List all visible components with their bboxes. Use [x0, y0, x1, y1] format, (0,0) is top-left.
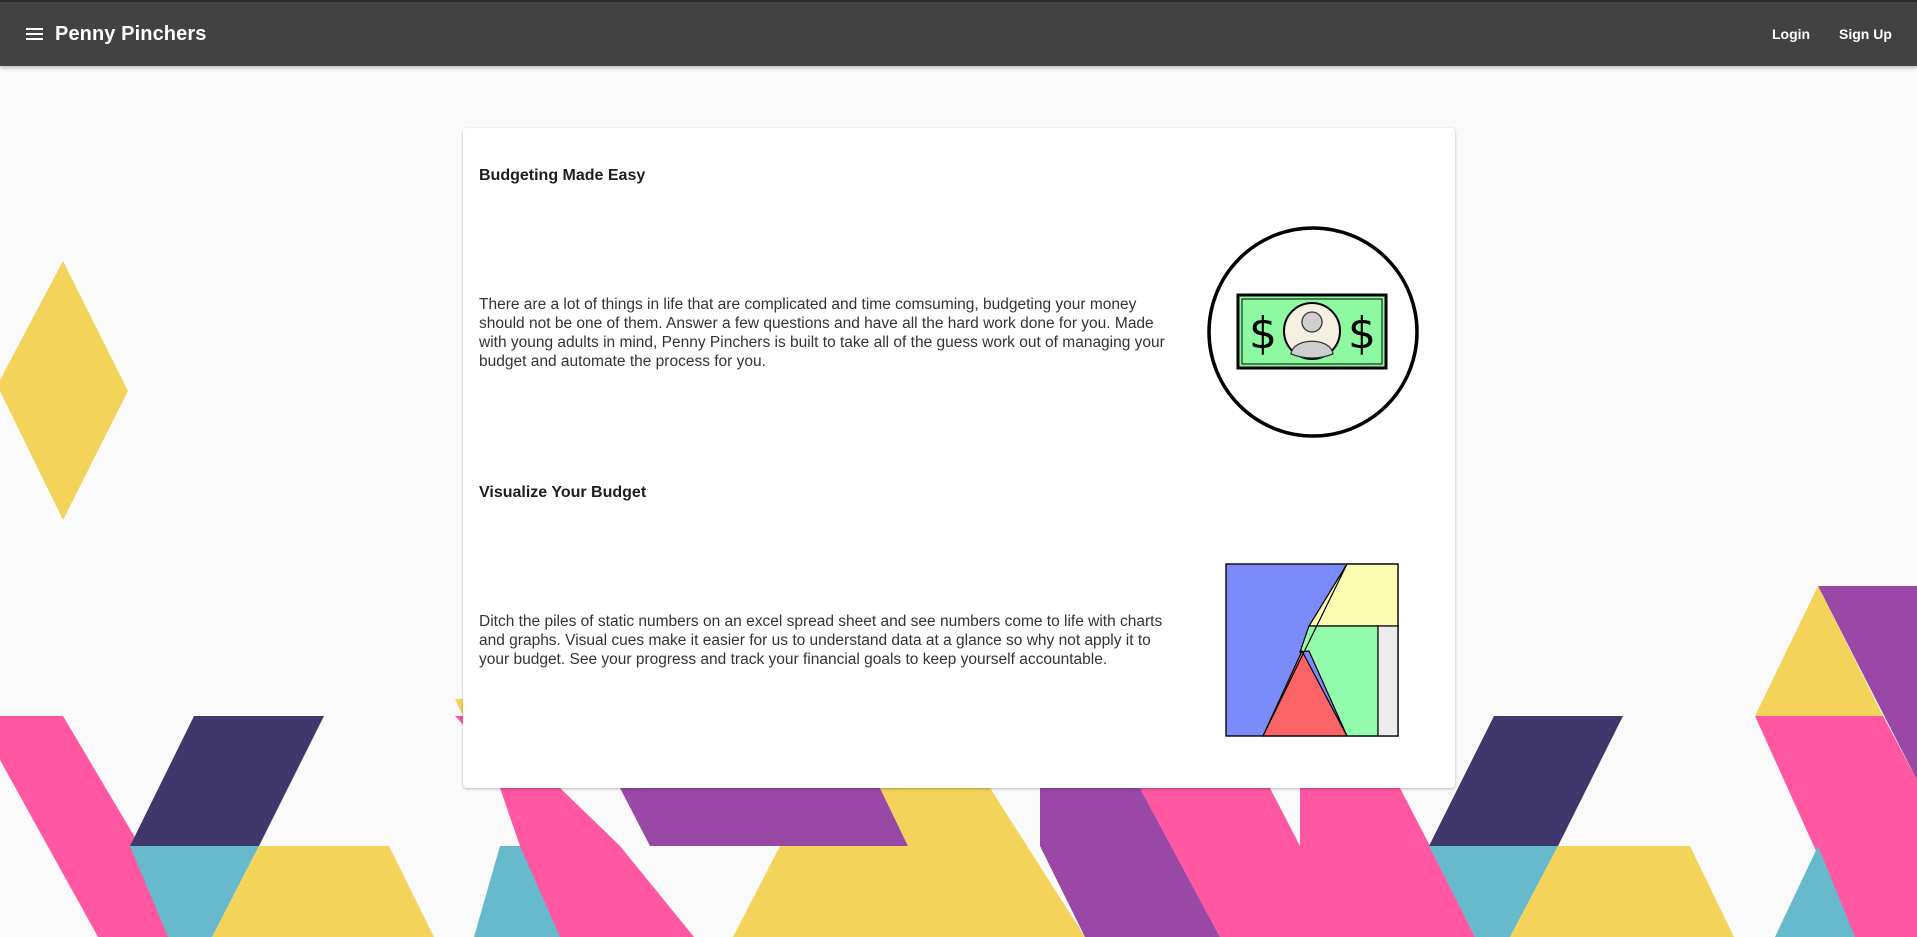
bg-shape [620, 788, 908, 846]
bg-shape [1300, 788, 1430, 846]
bg-diamond-left [0, 261, 128, 520]
money-bill-icon: $ $ [1207, 226, 1419, 438]
top-app-bar: Penny Pinchers Login Sign Up [0, 0, 1917, 66]
section-title-budgeting: Budgeting Made Easy [479, 167, 646, 184]
features-card: Budgeting Made Easy There are a lot of t… [463, 128, 1455, 788]
svg-text:$: $ [1249, 308, 1277, 359]
section-text-budgeting: There are a lot of things in life that a… [479, 296, 1165, 370]
hamburger-menu-icon [26, 28, 43, 40]
bg-shape [130, 716, 324, 846]
signup-button[interactable]: Sign Up [1839, 24, 1892, 44]
section-text-visualize: Ditch the piles of static numbers on an … [479, 613, 1163, 668]
budget-chart-icon [1225, 563, 1399, 737]
section-title-visualize: Visualize Your Budget [479, 484, 647, 501]
bg-shape [500, 788, 620, 846]
menu-button[interactable] [20, 19, 50, 49]
login-button[interactable]: Login [1772, 24, 1810, 44]
svg-text:$: $ [1348, 308, 1376, 359]
brand-title[interactable]: Penny Pinchers [55, 22, 206, 46]
bg-shape [1429, 716, 1623, 846]
page: Penny Pinchers Login Sign Up Budgeting M… [0, 0, 1917, 937]
